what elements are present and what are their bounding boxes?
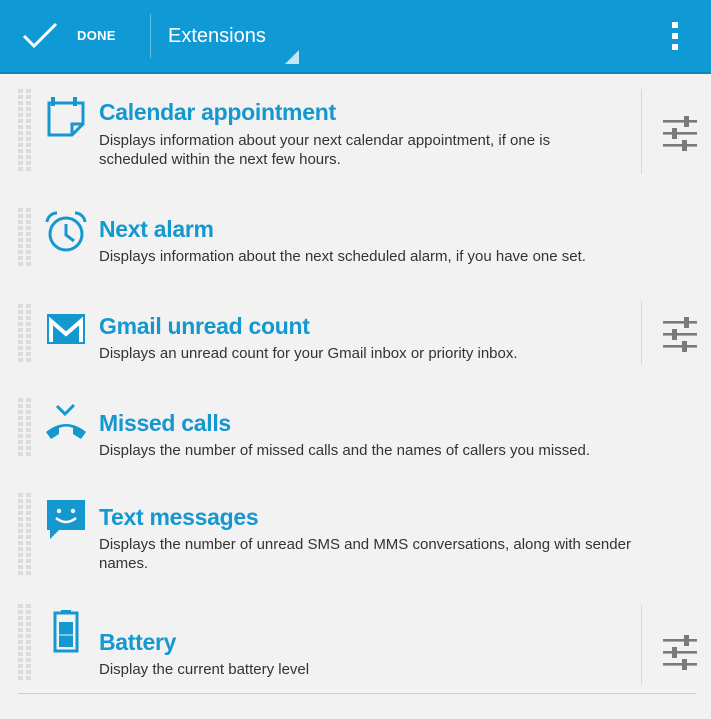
action-bar: DONE Extensions: [0, 0, 711, 74]
drag-handle-icon[interactable]: [18, 493, 32, 579]
drag-handle-icon[interactable]: [18, 398, 32, 460]
extension-description: Displays an unread count for your Gmail …: [99, 345, 518, 362]
settings-sliders-icon[interactable]: [660, 313, 700, 353]
spinner-title: Extensions: [168, 25, 266, 47]
check-icon: [22, 22, 58, 49]
extension-description: Displays the number of unread SMS and MM…: [99, 536, 631, 572]
done-label: DONE: [77, 28, 116, 43]
extension-item-battery[interactable]: Battery Display the current battery leve…: [0, 581, 711, 685]
extension-title: Next alarm: [99, 216, 214, 242]
drag-handle-icon[interactable]: [18, 89, 32, 175]
overflow-dot: [672, 44, 678, 50]
extension-description: Displays information about your next cal…: [99, 132, 551, 168]
extension-title: Gmail unread count: [99, 313, 310, 339]
extension-list: Calendar appointment Displays informatio…: [0, 74, 711, 685]
extension-title: Battery: [99, 629, 177, 655]
extension-item-gmail[interactable]: Gmail unread count Displays an unread co…: [0, 271, 711, 368]
settings-sliders-icon[interactable]: [660, 112, 700, 152]
spinner-indicator-icon: [285, 50, 299, 64]
extension-item-next-alarm[interactable]: Next alarm Displays information about th…: [0, 174, 711, 271]
overflow-dot: [672, 22, 678, 28]
extension-description: Displays the number of missed calls and …: [99, 442, 591, 459]
settings-divider: [641, 89, 642, 174]
overflow-menu-button[interactable]: [658, 14, 692, 58]
settings-sliders-icon[interactable]: [660, 631, 700, 671]
extension-title: Calendar appointment: [99, 99, 336, 125]
extension-item-calendar[interactable]: Calendar appointment Displays informatio…: [0, 74, 711, 174]
drag-handle-icon[interactable]: [18, 304, 32, 366]
overflow-dot: [672, 33, 678, 39]
extension-title: Missed calls: [99, 410, 231, 436]
extension-description: Display the current battery level: [99, 661, 310, 678]
extension-title: Text messages: [99, 504, 259, 530]
message-icon: [47, 500, 85, 539]
extension-description: Displays information about the next sche…: [99, 248, 586, 265]
extension-item-missed-calls[interactable]: Missed calls Displays the number of miss…: [0, 368, 711, 465]
drag-handle-icon[interactable]: [18, 604, 32, 684]
settings-divider: [641, 605, 642, 685]
calendar-icon: [47, 97, 85, 137]
gmail-icon: [47, 314, 85, 344]
missed-call-icon: [46, 403, 86, 439]
extension-item-text-messages[interactable]: Text messages Displays the number of unr…: [0, 465, 711, 581]
done-button[interactable]: DONE: [0, 0, 150, 72]
alarm-clock-icon: [45, 211, 87, 252]
list-divider: [18, 693, 696, 694]
drag-handle-icon[interactable]: [18, 208, 32, 268]
settings-divider: [641, 301, 642, 364]
extensions-spinner[interactable]: Extensions: [151, 0, 303, 72]
battery-icon: [53, 610, 79, 653]
